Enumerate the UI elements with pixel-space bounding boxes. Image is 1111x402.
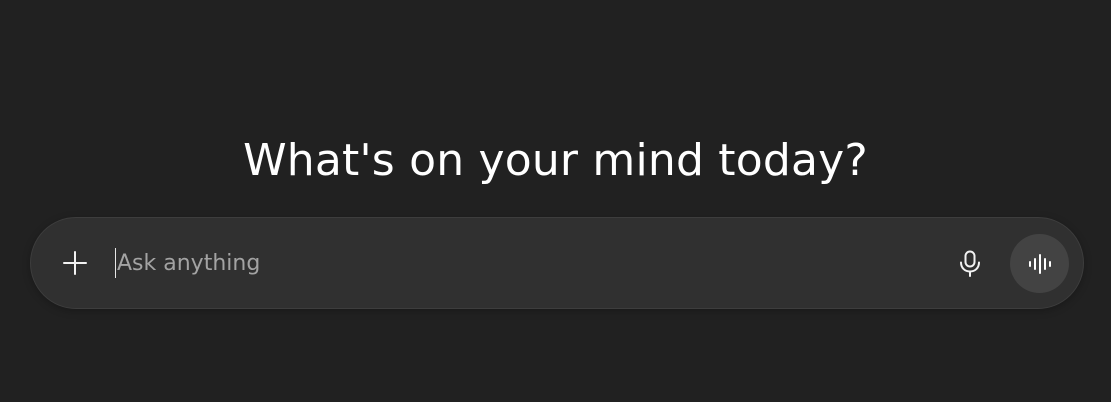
- prompt-input-area: [115, 244, 935, 282]
- attach-button[interactable]: [53, 241, 97, 285]
- prompt-input[interactable]: [117, 244, 927, 282]
- chat-home: What's on your mind today?: [0, 0, 1111, 402]
- microphone-icon: [958, 250, 982, 278]
- voice-waveform-icon: [1027, 253, 1053, 275]
- dictate-button[interactable]: [949, 243, 991, 285]
- text-caret: [115, 248, 116, 278]
- page-title: What's on your mind today?: [243, 135, 868, 187]
- plus-icon: [62, 250, 88, 276]
- voice-mode-button[interactable]: [1010, 234, 1069, 293]
- prompt-composer: [30, 217, 1084, 309]
